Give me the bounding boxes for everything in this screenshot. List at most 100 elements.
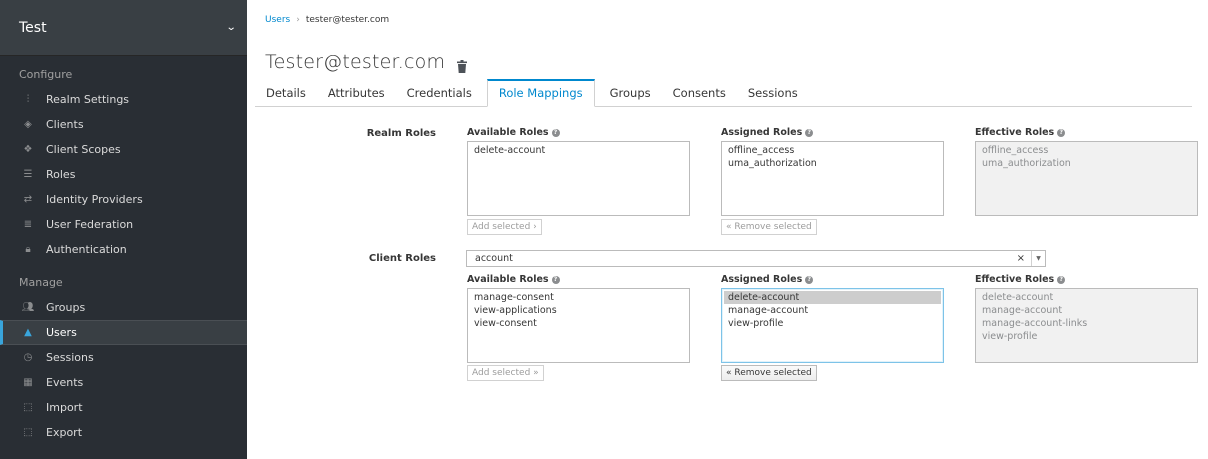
sidebar-item-roles[interactable]: ☰ Roles bbox=[0, 162, 247, 187]
tab-attributes[interactable]: Attributes bbox=[317, 79, 396, 107]
realm-add-selected-button[interactable]: Add selected › bbox=[467, 219, 542, 235]
tab-groups[interactable]: Groups bbox=[599, 79, 662, 107]
sidebar-item-users[interactable]: ▲ Users bbox=[0, 320, 247, 345]
trash-icon[interactable] bbox=[457, 56, 468, 73]
realm-effective-roles-list: offline_access uma_authorization bbox=[975, 141, 1198, 216]
list-item[interactable]: manage-consent bbox=[474, 291, 683, 304]
sidebar-item-authentication[interactable]: 🔒︎ Authentication bbox=[0, 237, 247, 262]
client-add-selected-button[interactable]: Add selected » bbox=[467, 365, 544, 381]
sidebar-item-import[interactable]: ⬚ Import bbox=[0, 395, 247, 420]
help-icon[interactable]: ? bbox=[1057, 275, 1066, 284]
list-item[interactable]: offline_access bbox=[728, 144, 937, 157]
users-icon: 👥︎ bbox=[21, 302, 35, 313]
user-icon: ▲ bbox=[24, 327, 32, 338]
sidebar-item-label: Client Scopes bbox=[46, 143, 121, 156]
list-item[interactable]: view-consent bbox=[474, 317, 683, 330]
client-roles-label: Client Roles bbox=[368, 253, 436, 264]
sidebar-item-label: Groups bbox=[46, 301, 86, 314]
sidebar-item-realm-settings[interactable]: ⫶ Realm Settings bbox=[0, 87, 247, 112]
tab-consents[interactable]: Consents bbox=[662, 79, 737, 107]
database-icon: ≣ bbox=[23, 219, 33, 230]
sidebar-item-label: Realm Settings bbox=[46, 93, 130, 106]
sidebar-item-client-scopes[interactable]: ❖ Client Scopes bbox=[0, 137, 247, 162]
cube-icon: ◈ bbox=[24, 119, 32, 130]
list-item[interactable]: manage-account bbox=[982, 304, 1191, 317]
client-available-roles-list[interactable]: manage-consent view-applications view-cons… bbox=[467, 288, 690, 363]
realm-available-label: Available Roles bbox=[467, 127, 549, 138]
realm-effective-label: Effective Roles bbox=[975, 127, 1055, 138]
list-item[interactable]: view-profile bbox=[728, 317, 937, 330]
sidebar-item-identity-providers[interactable]: ⇄ Identity Providers bbox=[0, 187, 247, 212]
client-effective-header: Effective Roles? bbox=[975, 274, 1066, 285]
sliders-icon: ⫶ bbox=[26, 94, 30, 105]
client-assigned-header: Assigned Roles? bbox=[721, 274, 814, 285]
realm-available-roles-list[interactable]: delete-account bbox=[467, 141, 690, 216]
help-icon[interactable]: ? bbox=[551, 128, 560, 137]
client-effective-label: Effective Roles bbox=[975, 274, 1055, 285]
manage-section-label: Manage bbox=[19, 276, 63, 289]
sidebar-item-label: Sessions bbox=[46, 351, 94, 364]
dropdown-arrow-icon[interactable]: ▼ bbox=[1031, 251, 1045, 266]
lock-icon: 🔒︎ bbox=[25, 244, 31, 255]
sidebar-item-label: Import bbox=[46, 401, 83, 414]
client-effective-roles-list: delete-account manage-account manage-accou… bbox=[975, 288, 1198, 363]
realm-assigned-label: Assigned Roles bbox=[721, 127, 803, 138]
help-icon[interactable]: ? bbox=[1057, 128, 1066, 137]
list-item[interactable]: delete-account bbox=[982, 291, 1191, 304]
client-select[interactable]: account × ▼ bbox=[466, 250, 1046, 267]
tab-role-mappings[interactable]: Role Mappings bbox=[486, 79, 595, 107]
realm-remove-selected-button[interactable]: « Remove selected bbox=[721, 219, 817, 235]
help-icon[interactable]: ? bbox=[805, 275, 814, 284]
configure-nav: ⫶ Realm Settings ◈ Clients ❖ Client Scopes ☰ Ro… bbox=[0, 87, 247, 262]
page-title: Tester@tester.com bbox=[265, 51, 468, 73]
sidebar-item-label: User Federation bbox=[46, 218, 134, 231]
realm-name: Test bbox=[19, 19, 47, 36]
tab-sessions[interactable]: Sessions bbox=[737, 79, 809, 107]
clock-icon: ◷ bbox=[23, 352, 33, 363]
sidebar-item-events[interactable]: ▦ Events bbox=[0, 370, 247, 395]
help-icon[interactable]: ? bbox=[805, 128, 814, 137]
tab-credentials[interactable]: Credentials bbox=[396, 79, 483, 107]
breadcrumb-current: tester@tester.com bbox=[305, 15, 390, 25]
client-available-label: Available Roles bbox=[467, 274, 549, 285]
breadcrumb-separator-icon: › bbox=[296, 15, 300, 25]
export-icon: ⬚ bbox=[23, 427, 33, 438]
client-select-value: account bbox=[475, 253, 513, 264]
sidebar: Test ⌄ Configure ⫶ Realm Settings ◈ Clients… bbox=[0, 0, 247, 459]
chevron-down-icon: ⌄ bbox=[225, 22, 237, 33]
list-icon: ☰ bbox=[23, 169, 33, 180]
realm-available-header: Available Roles? bbox=[467, 127, 560, 138]
page-title-text: Tester@tester.com bbox=[265, 51, 446, 73]
sidebar-item-label: Identity Providers bbox=[46, 193, 143, 206]
list-item[interactable]: uma_authorization bbox=[728, 157, 937, 170]
list-item[interactable]: uma_authorization bbox=[982, 157, 1191, 170]
sidebar-item-groups[interactable]: 👥︎ Groups bbox=[0, 295, 247, 320]
realm-selector[interactable]: Test ⌄ bbox=[0, 0, 247, 56]
list-item[interactable]: manage-account-links bbox=[982, 317, 1191, 330]
tab-details[interactable]: Details bbox=[255, 79, 317, 107]
list-item[interactable]: view-applications bbox=[474, 304, 683, 317]
breadcrumb: Users › tester@tester.com bbox=[265, 15, 389, 25]
list-item[interactable]: delete-account bbox=[724, 291, 941, 304]
list-item[interactable]: manage-account bbox=[728, 304, 937, 317]
manage-nav: 👥︎ Groups ▲ Users ◷ Sessions ▦ Events ⬚ Import ⬚ Ex… bbox=[0, 295, 247, 445]
breadcrumb-users-link[interactable]: Users bbox=[265, 15, 290, 25]
sidebar-item-user-federation[interactable]: ≣ User Federation bbox=[0, 212, 247, 237]
sidebar-item-clients[interactable]: ◈ Clients bbox=[0, 112, 247, 137]
sidebar-item-export[interactable]: ⬚ Export bbox=[0, 420, 247, 445]
sidebar-item-label: Users bbox=[46, 326, 77, 339]
list-item[interactable]: view-profile bbox=[982, 330, 1191, 343]
realm-effective-header: Effective Roles? bbox=[975, 127, 1066, 138]
list-item[interactable]: offline_access bbox=[982, 144, 1191, 157]
help-icon[interactable]: ? bbox=[551, 275, 560, 284]
sidebar-item-label: Events bbox=[46, 376, 84, 389]
client-remove-selected-button[interactable]: « Remove selected bbox=[721, 365, 817, 381]
clear-icon[interactable]: × bbox=[1017, 253, 1025, 264]
client-assigned-roles-list[interactable]: delete-account manage-account view-profile bbox=[721, 288, 944, 363]
sidebar-item-sessions[interactable]: ◷ Sessions bbox=[0, 345, 247, 370]
realm-assigned-header: Assigned Roles? bbox=[721, 127, 814, 138]
realm-assigned-roles-list[interactable]: offline_access uma_authorization bbox=[721, 141, 944, 216]
configure-section-label: Configure bbox=[19, 68, 73, 81]
list-item[interactable]: delete-account bbox=[474, 144, 683, 157]
import-icon: ⬚ bbox=[23, 402, 33, 413]
